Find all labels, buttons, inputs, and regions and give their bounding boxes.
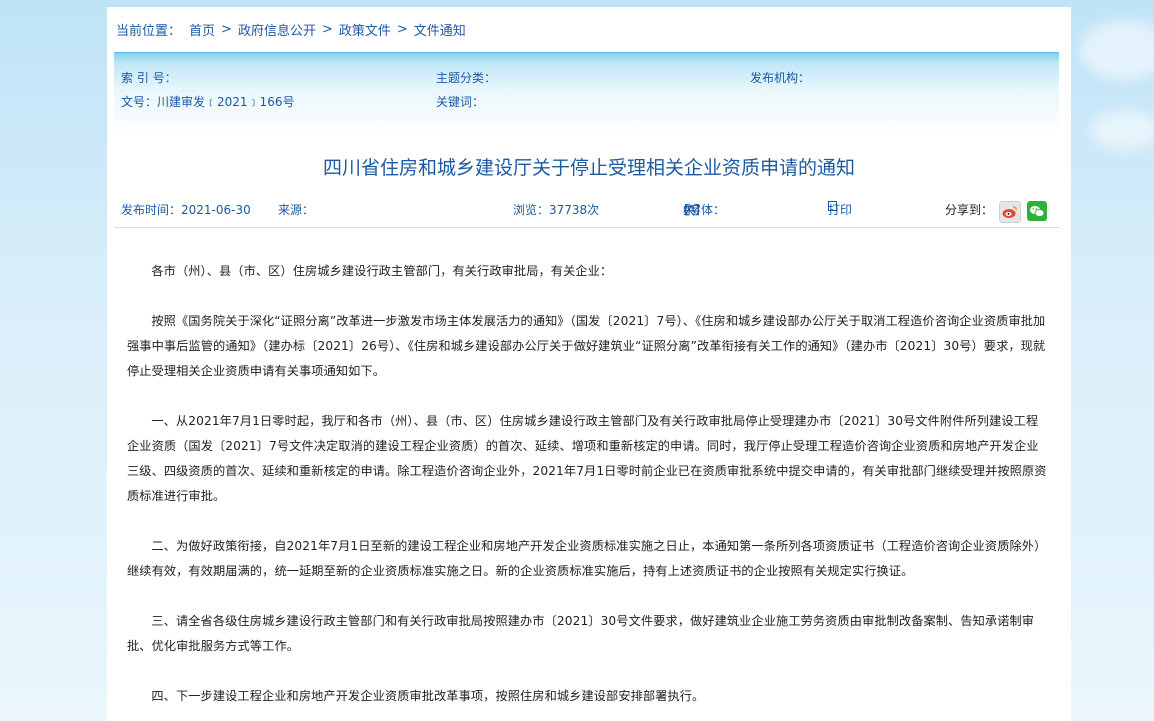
document-number-label: 文号：: [121, 95, 158, 109]
font-small-button[interactable]: 小】: [683, 201, 707, 218]
article-page: 当前位置： 首页 > 政府信息公开 > 政策文件 > 文件通知 索 引 号： 主…: [107, 7, 1071, 721]
wechat-share-icon[interactable]: [1027, 201, 1047, 221]
breadcrumb-separator: >: [221, 21, 232, 37]
breadcrumb-separator: >: [396, 21, 408, 37]
body-paragraph: 三、请全省各级住房城乡建设行政主管部门和有关行政审批局按照建办市〔2021〕30…: [127, 614, 1035, 653]
breadcrumb-separator: >: [321, 21, 333, 37]
print-label: 打印: [828, 203, 853, 217]
weibo-share-icon[interactable]: [999, 201, 1021, 223]
document-number: 文号：川建审发﹝2021﹞166号: [121, 93, 294, 110]
publishing-org-label: 发布机构：: [750, 71, 811, 85]
source-label: 来源：: [278, 203, 315, 217]
document-number-value: 川建审发﹝2021﹞166号: [157, 95, 295, 109]
topic-category-label: 主题分类：: [436, 71, 497, 85]
body-paragraph: 二、为做好政策衔接，自2021年7月1日至新的建设工程企业和房地产开发企业资质标…: [127, 539, 1047, 578]
keywords-label: 关键词：: [436, 95, 485, 109]
publish-time: 发布时间：2021-06-30: [121, 203, 251, 217]
index-number-label: 索 引 号：: [121, 71, 177, 85]
breadcrumb-home[interactable]: 首页: [189, 20, 215, 39]
breadcrumb-notices[interactable]: 文件通知: [414, 20, 466, 39]
salutation: 各市（州）、县（市、区）住房城乡建设行政主管部门，有关行政审批局，有关企业：: [151, 264, 613, 278]
breadcrumb-policy-docs[interactable]: 政策文件: [339, 20, 391, 39]
article-info-bar: 发布时间：2021-06-30 来源： 浏览：37738次 【字体：大中小】 打…: [107, 201, 1071, 229]
background-cloud: [1080, 20, 1154, 80]
article-title: 四川省住房和城乡建设厅关于停止受理相关企业资质申请的通知: [322, 157, 855, 179]
breadcrumb-label: 当前位置：: [116, 23, 182, 39]
breadcrumb-gov-info[interactable]: 政府信息公开: [238, 20, 316, 39]
share-label: 分享到：: [945, 203, 994, 217]
divider: [114, 227, 1059, 228]
document-meta-box: 索 引 号： 主题分类： 发布机构： 文号：川建审发﹝2021﹞166号 关键词…: [114, 52, 1059, 133]
view-count: 浏览：37738次: [513, 203, 600, 217]
body-paragraph: 一、从2021年7月1日零时起，我厅和各市（州）、县（市、区）住房城乡建设行政主…: [127, 414, 1047, 503]
breadcrumb: 当前位置： 首页 > 政府信息公开 > 政策文件 > 文件通知: [107, 7, 1071, 51]
body-paragraph: 按照《国务院关于深化“证照分离”改革进一步激发市场主体发展活力的通知》（国发〔2…: [127, 314, 1046, 378]
body-paragraph: 四、下一步建设工程企业和房地产开发企业资质审批改革事项，按照住房和城乡建设部安排…: [151, 689, 705, 703]
background-cloud: [1090, 110, 1154, 150]
article-body: 各市（州）、县（市、区）住房城乡建设行政主管部门，有关行政审批局，有关企业： 按…: [127, 259, 1047, 721]
